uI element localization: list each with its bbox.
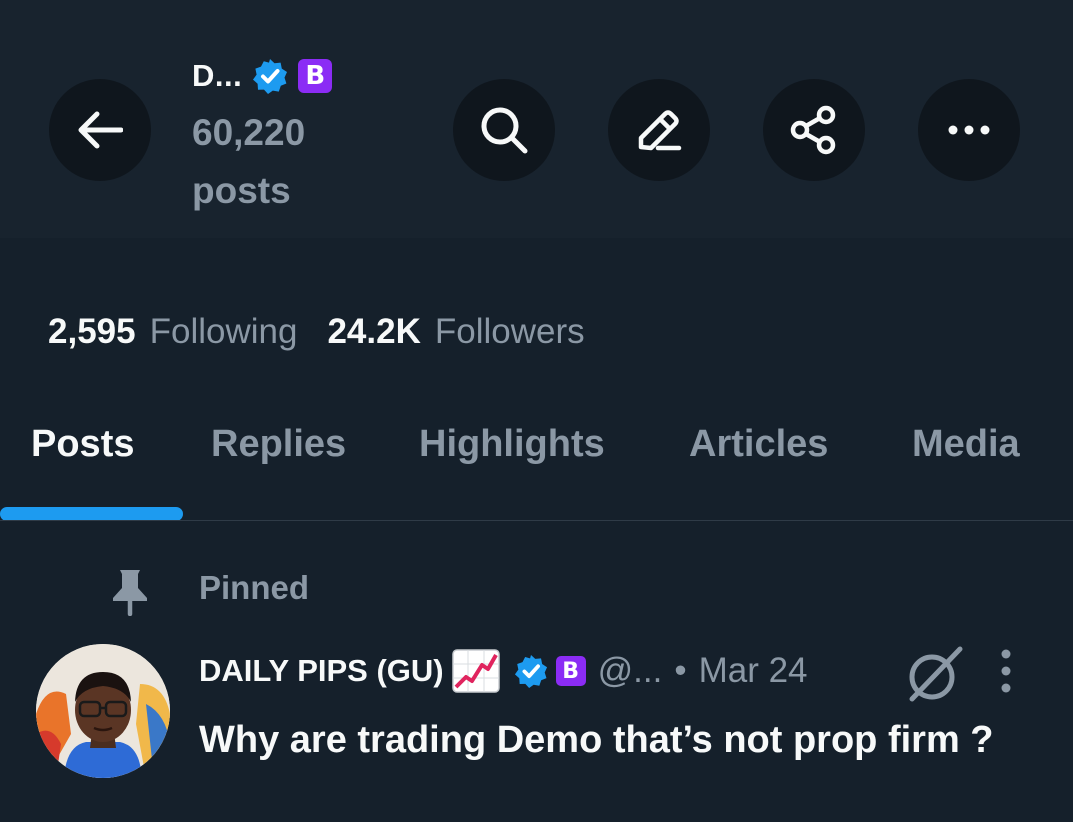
- pinned-label: Pinned: [199, 569, 310, 606]
- post-author-name[interactable]: DAILY PIPS (GU): [199, 653, 444, 689]
- tab-highlights[interactable]: Highlights: [419, 423, 605, 466]
- arrow-left-icon: [78, 111, 123, 149]
- following-label[interactable]: Following: [150, 312, 298, 352]
- profile-tabs: Posts Replies Highlights Articles Media: [0, 405, 1073, 521]
- active-tab-indicator: [0, 507, 183, 521]
- more-button[interactable]: [918, 79, 1020, 181]
- post-handle[interactable]: @...: [598, 651, 663, 691]
- search-icon: [481, 107, 528, 154]
- pin-icon: [113, 570, 147, 616]
- chart-increasing-emoji-icon: [451, 649, 500, 693]
- business-badge-icon: B: [298, 59, 333, 93]
- divider: [0, 520, 1073, 521]
- tab-media[interactable]: Media: [912, 423, 1020, 466]
- business-badge-icon: B: [555, 656, 586, 686]
- more-horizontal-icon: [948, 125, 990, 135]
- tab-posts[interactable]: Posts: [31, 423, 134, 466]
- profile-header: D... B 60,220 posts: [0, 0, 1073, 238]
- verified-badge-icon: [514, 654, 547, 688]
- following-count[interactable]: 2,595: [48, 312, 136, 352]
- share-icon: [790, 105, 836, 155]
- profile-name: D...: [192, 58, 243, 93]
- post-separator: •: [674, 651, 687, 690]
- grok-icon[interactable]: [904, 645, 966, 705]
- post-text[interactable]: Why are trading Demo that’s not prop fir…: [199, 712, 1019, 768]
- tab-articles[interactable]: Articles: [689, 423, 828, 466]
- share-button[interactable]: [763, 79, 865, 181]
- profile-name-row: D... B: [192, 58, 333, 94]
- avatar[interactable]: [36, 644, 170, 778]
- search-button[interactable]: [453, 79, 555, 181]
- followers-count[interactable]: 24.2K: [327, 312, 420, 352]
- followers-label[interactable]: Followers: [435, 312, 585, 352]
- edit-button[interactable]: [608, 79, 710, 181]
- more-vertical-icon[interactable]: [995, 648, 1017, 694]
- tab-replies[interactable]: Replies: [211, 423, 346, 466]
- edit-icon: [638, 110, 682, 151]
- verified-badge-icon: [253, 59, 288, 94]
- back-button[interactable]: [49, 79, 151, 181]
- post-header: DAILY PIPS (GU) B @... • Mar 24: [199, 645, 808, 697]
- follow-stats: 2,595 Following 24.2K Followers: [48, 312, 585, 352]
- post-date[interactable]: Mar 24: [699, 651, 808, 691]
- post-count: 60,220 posts: [192, 112, 306, 211]
